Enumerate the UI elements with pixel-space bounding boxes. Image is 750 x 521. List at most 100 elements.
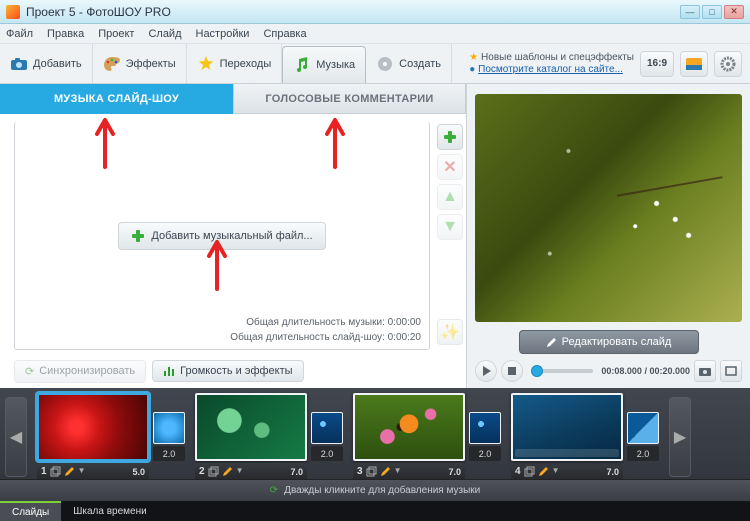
edit-slide-button[interactable]: Редактировать слайд	[519, 330, 699, 354]
volume-effects-label: Громкость и эффекты	[180, 365, 292, 377]
bottom-tab-timescale-label: Шкала времени	[73, 506, 146, 517]
sync-icon: ⟳	[25, 365, 34, 378]
tab-voice-comments-label: ГОЛОСОВЫЕ КОММЕНТАРИИ	[265, 93, 433, 105]
toolbar-add-button[interactable]: Добавить	[0, 44, 93, 83]
duration-music-value: 0:00:00	[388, 317, 421, 328]
disc-icon	[376, 55, 394, 73]
timeline-next-button[interactable]: ▶	[669, 397, 691, 477]
plus-icon	[131, 229, 145, 243]
time-current: 00:08.000	[601, 366, 642, 376]
menu-project[interactable]: Проект	[98, 28, 134, 40]
move-up-button[interactable]: ▲	[437, 184, 463, 210]
window-titlebar: Проект 5 - ФотоШОУ PRO — □ ✕	[0, 0, 750, 24]
add-button[interactable]	[437, 124, 463, 150]
preview-panel: Редактировать слайд 00:08.000 /	[466, 84, 750, 388]
bottom-tab-timescale[interactable]: Шкала времени	[61, 501, 158, 521]
pencil-icon	[546, 337, 557, 348]
toolbar-effects-label: Эффекты	[126, 58, 176, 70]
pencil-icon	[538, 466, 549, 477]
timeline-clip[interactable]: 4 ▼ 7.0	[511, 393, 623, 479]
add-music-file-label: Добавить музыкальный файл...	[151, 230, 312, 242]
timeline-prev-button[interactable]: ◀	[5, 397, 27, 477]
settings-button[interactable]	[714, 51, 742, 77]
play-button[interactable]	[475, 360, 497, 382]
menu-help[interactable]: Справка	[263, 28, 306, 40]
menu-file[interactable]: Файл	[6, 28, 33, 40]
toolbar-music-button[interactable]: Музыка	[282, 46, 366, 83]
toolbar-transitions-label: Переходы	[220, 58, 272, 70]
toolbar: Добавить Эффекты Переходы Музыка Создать	[0, 44, 750, 84]
promo-line1: Новые шаблоны и спецэффекты	[481, 52, 634, 63]
transition-duration: 2.0	[311, 446, 343, 461]
timeline-transition[interactable]: 2.0	[627, 412, 659, 461]
menu-settings[interactable]: Настройки	[196, 28, 250, 40]
window-close-button[interactable]: ✕	[724, 5, 744, 19]
window-maximize-button[interactable]: □	[702, 5, 722, 19]
clip-thumbnail[interactable]	[195, 393, 307, 461]
remove-button[interactable]: ✕	[437, 154, 463, 180]
wand-icon: ✨	[440, 322, 460, 342]
transition-thumbnail[interactable]	[627, 412, 659, 444]
timeline-clip[interactable]: 1 ▼ 5.0	[37, 393, 149, 479]
volume-effects-button[interactable]: Громкость и эффекты	[152, 360, 303, 382]
arrow-up-icon: ▲	[442, 188, 458, 206]
clip-number: 2	[199, 466, 205, 477]
menubar: Файл Правка Проект Слайд Настройки Справ…	[0, 24, 750, 44]
gear-icon	[720, 56, 736, 72]
transition-thumbnail[interactable]	[311, 412, 343, 444]
music-panel: МУЗЫКА СЛАЙД-ШОУ ГОЛОСОВЫЕ КОММЕНТАРИИ Д…	[0, 84, 466, 388]
move-down-button[interactable]: ▼	[437, 214, 463, 240]
timeline-clip[interactable]: 3 ▼ 7.0	[353, 393, 465, 479]
transition-duration: 2.0	[153, 446, 185, 461]
seek-knob[interactable]	[531, 365, 543, 377]
music-track-row[interactable]: ⟳ Дважды кликните для добавления музыки	[0, 479, 750, 501]
clip-duration: 5.0	[132, 467, 145, 477]
clip-thumbnail[interactable]	[511, 393, 623, 461]
background-button[interactable]	[680, 51, 708, 77]
snapshot-button[interactable]	[694, 360, 716, 382]
timeline-transition[interactable]: 2.0	[469, 412, 501, 461]
aspect-ratio-button[interactable]: 16:9	[640, 51, 674, 77]
duration-music-label: Общая длительность музыки:	[246, 317, 385, 328]
bottom-tab-slides[interactable]: Слайды	[0, 501, 61, 521]
chevron-down-icon: ▼	[394, 466, 405, 477]
toolbar-effects-button[interactable]: Эффекты	[93, 44, 187, 83]
tab-slideshow-music[interactable]: МУЗЫКА СЛАЙД-ШОУ	[0, 84, 233, 114]
stop-icon	[508, 367, 516, 375]
fullscreen-button[interactable]	[720, 360, 742, 382]
clip-duration: 7.0	[448, 467, 461, 477]
tab-slideshow-music-label: МУЗЫКА СЛАЙД-ШОУ	[54, 93, 179, 105]
timeline-transition[interactable]: 2.0	[311, 412, 343, 461]
promo-link[interactable]: Посмотрите каталог на сайте...	[478, 64, 623, 75]
menu-edit[interactable]: Правка	[47, 28, 84, 40]
transition-thumbnail[interactable]	[153, 412, 185, 444]
palette-icon	[103, 55, 121, 73]
annotation-arrow	[315, 112, 355, 172]
duration-show-value: 0:00:20	[388, 332, 421, 343]
chevron-left-icon: ◀	[10, 427, 22, 447]
music-notes-icon	[293, 56, 311, 74]
seek-slider[interactable]	[531, 369, 593, 373]
menu-slide[interactable]: Слайд	[148, 28, 181, 40]
stop-button[interactable]	[501, 360, 523, 382]
timeline-clip[interactable]: 2 ▼ 7.0	[195, 393, 307, 479]
time-display: 00:08.000 / 00:20.000	[601, 366, 690, 376]
pencil-icon	[380, 466, 391, 477]
toolbar-transitions-button[interactable]: Переходы	[187, 44, 283, 83]
window-minimize-button[interactable]: —	[680, 5, 700, 19]
pencil-icon	[64, 466, 75, 477]
globe-icon: ●	[469, 64, 475, 75]
transition-thumbnail[interactable]	[469, 412, 501, 444]
star-icon	[197, 55, 215, 73]
add-music-file-button[interactable]: Добавить музыкальный файл...	[118, 222, 325, 250]
clip-thumbnail[interactable]	[37, 393, 149, 461]
clip-thumbnail[interactable]	[353, 393, 465, 461]
timeline-transition[interactable]: 2.0	[153, 412, 185, 461]
tab-voice-comments[interactable]: ГОЛОСОВЫЕ КОММЕНТАРИИ	[233, 84, 466, 114]
duration-show-label: Общая длительность слайд-шоу:	[230, 332, 385, 343]
magic-wand-button[interactable]: ✨	[437, 319, 463, 345]
music-track-hint: Дважды кликните для добавления музыки	[284, 485, 480, 496]
toolbar-create-button[interactable]: Создать	[366, 44, 452, 83]
sync-button[interactable]: ⟳ Синхронизировать	[14, 360, 146, 383]
toolbar-music-label: Музыка	[316, 59, 355, 71]
